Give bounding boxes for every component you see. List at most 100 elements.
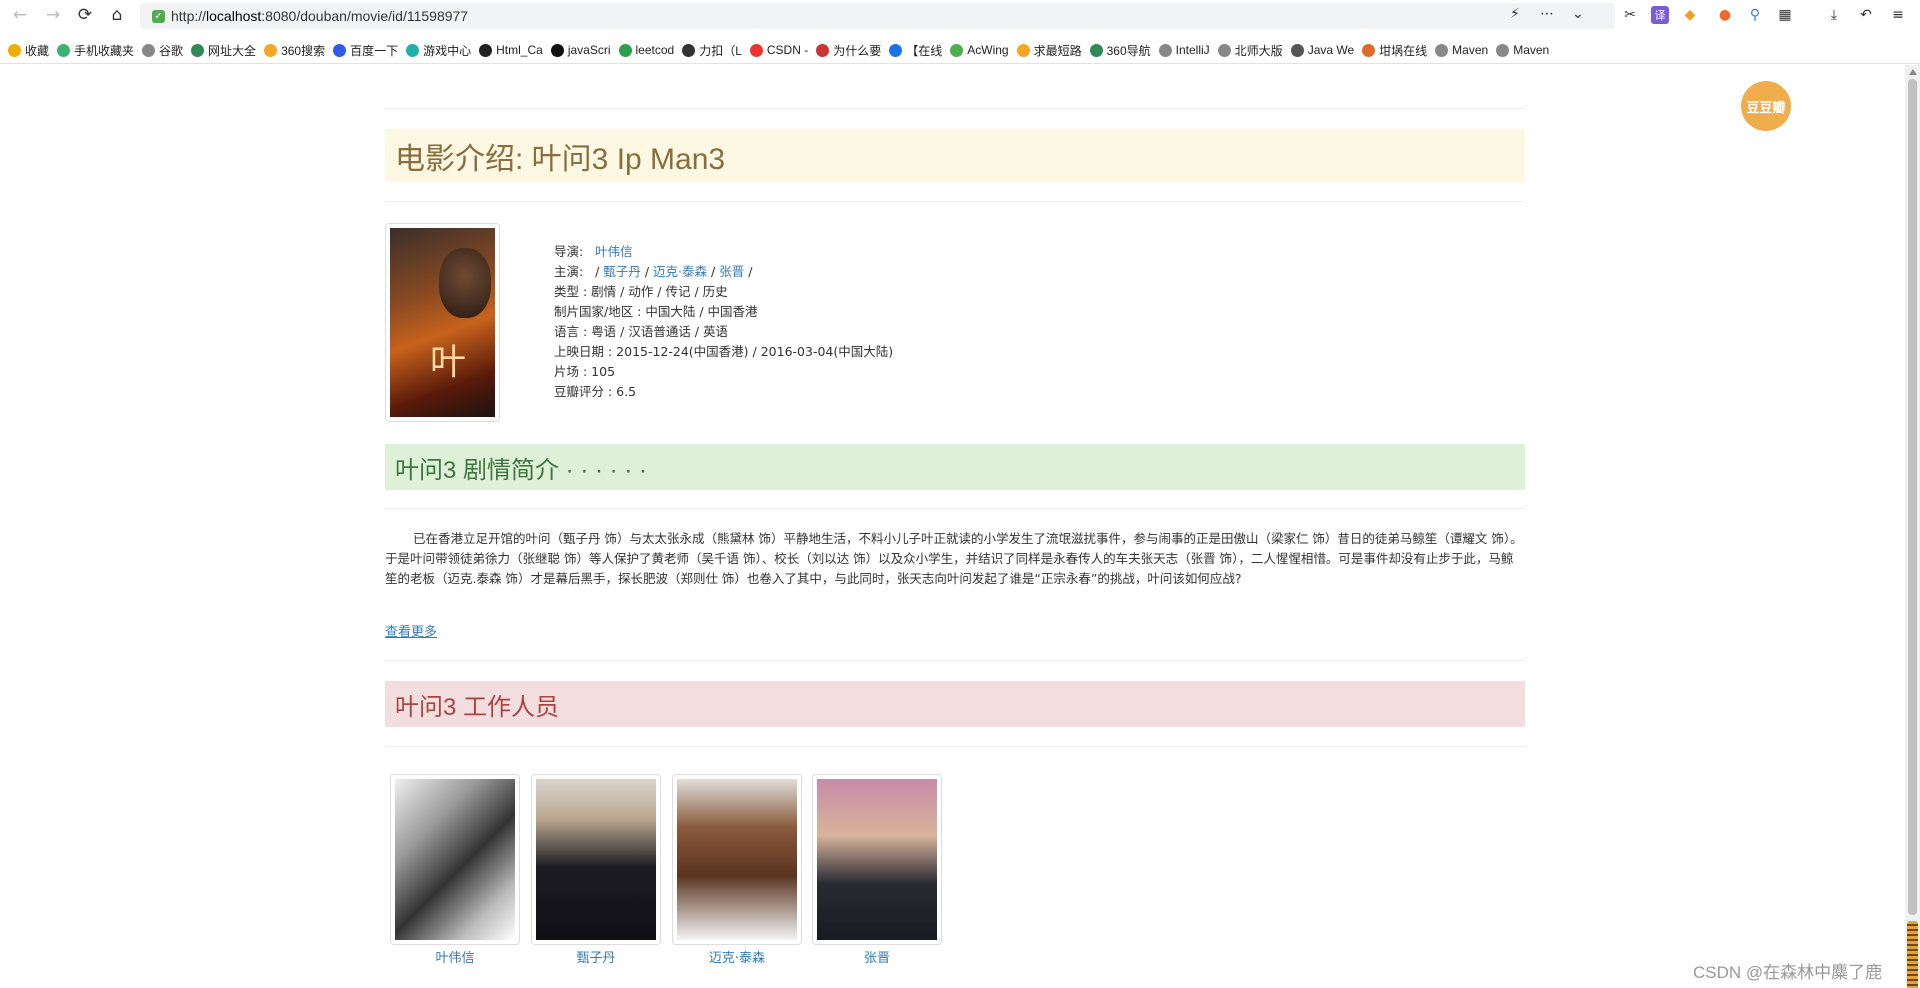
bookmark-icon [1217,43,1231,57]
bookmark-icon [816,43,830,57]
bookmark-label: 360导航 [1106,43,1151,58]
address-bar[interactable]: ✓ http://localhost:8080/douban/movie/id/… [140,3,1615,29]
bookmark-item[interactable]: 收藏 [8,36,50,63]
bookmark-item[interactable]: AcWing [950,36,1009,63]
bookmark-label: AcWing [967,43,1009,57]
bookmark-icon [1016,43,1030,57]
staff-name[interactable]: 甄子丹 [531,947,661,966]
bookmark-item[interactable]: Maven [1435,36,1489,63]
bookmark-item[interactable]: 坩埚在线 [1362,36,1427,63]
staff-title: 叶问3 工作人员 [385,681,1525,727]
bookmark-item[interactable]: 手机收藏夹 [57,36,135,63]
staff-name[interactable]: 叶伟信 [390,947,520,966]
director-link[interactable]: 叶伟信 [595,244,633,259]
page-viewport: 电影介绍: 叶问3 Ip Man3 叶 导演: 叶伟信 主演: / 甄子丹 / … [0,65,1905,983]
cast-link[interactable]: 迈克·泰森 [653,264,707,279]
bookmark-label: 手机收藏夹 [74,43,135,58]
bookmark-label: 百度一下 [350,43,399,58]
bookmark-item[interactable]: 为什么要 [816,36,881,63]
runtime-row: 片场 : 105 [554,364,616,379]
scissors-icon[interactable]: ✂ [1621,6,1639,24]
staff-card[interactable]: 叶伟信 [390,774,520,966]
bookmark-item[interactable]: Maven [1496,36,1549,63]
home-icon[interactable]: ⌂ [106,4,128,26]
divider [385,746,1525,747]
staff-card[interactable]: 甄子丹 [531,774,661,966]
director-row: 导演: 叶伟信 [554,242,893,262]
url-text[interactable]: http://localhost:8080/douban/movie/id/11… [171,8,468,24]
bookmark-item[interactable]: 力扣（L [682,36,742,63]
staff-photo-frame [390,774,520,945]
bookmark-icon [142,43,156,57]
lightning-icon[interactable]: ⚡ [1510,6,1520,22]
bookmark-item[interactable]: 谷歌 [142,36,183,63]
download-icon[interactable]: ⤓ [1825,6,1843,24]
csdn-watermark: CSDN @在森林中麋了鹿 [1693,963,1883,982]
region-row: 制片国家/地区 : 中国大陆 / 中国香港 [554,304,758,319]
back-icon[interactable]: ← [9,4,31,26]
bookmark-icon [8,43,21,57]
game-ext-icon[interactable]: ● [1716,6,1734,24]
bookmark-item[interactable]: 网址大全 [191,36,256,63]
staff-photo [677,779,797,940]
movie-poster[interactable]: 叶 [385,223,500,422]
see-more-link[interactable]: 查看更多 [385,621,437,640]
staff-card[interactable]: 迈克·泰森 [672,774,802,966]
bookmark-label: 收藏 [25,43,50,58]
bookmark-icon [333,43,347,57]
bookmark-item[interactable]: Html_Ca [479,36,543,63]
staff-card[interactable]: 张晋 [812,774,942,966]
bookmark-label: 北师大版 [1234,43,1283,58]
shield-ext-icon[interactable]: ◆ [1681,6,1699,24]
cast-link[interactable]: 甄子丹 [603,264,641,279]
bookmark-item[interactable]: IntelliJ [1158,36,1210,63]
chevron-down-icon[interactable]: ⌄ [1572,6,1584,22]
bookmark-item[interactable]: 游戏中心 [406,36,471,63]
bookmark-icon [191,43,205,57]
cast-link[interactable]: 张晋 [719,264,744,279]
divider [385,201,1525,202]
movie-info: 导演: 叶伟信 主演: / 甄子丹 / 迈克·泰森 / 张晋 / 类型 : 剧情… [554,242,893,402]
bookmark-item[interactable]: 百度一下 [333,36,399,63]
translate-icon[interactable]: 译 [1651,6,1669,24]
staff-photo-frame [531,774,661,945]
bookmark-item[interactable]: 360导航 [1089,36,1151,63]
page-scrollbar[interactable] [1905,65,1920,988]
language-row: 语言 : 粤语 / 汉语普通话 / 英语 [554,324,728,339]
bookmark-label: IntelliJ [1175,43,1210,57]
divider [385,508,1525,509]
staff-photo [536,779,656,940]
bookmark-icon [950,43,964,57]
staff-name[interactable]: 迈克·泰森 [672,947,802,966]
bookmark-item[interactable]: Java We [1290,36,1354,63]
plot-title: 叶问3 剧情简介 · · · · · · [385,444,1525,490]
bookmark-icon [479,43,493,57]
bookmark-item[interactable]: javaScri [550,36,611,63]
bookmark-icon [57,43,71,57]
bookmark-item[interactable]: leetcod [618,36,674,63]
staff-name[interactable]: 张晋 [812,947,942,966]
reload-icon[interactable]: ⟳ [74,4,96,26]
bookmark-item[interactable]: 北师大版 [1217,36,1283,63]
scroll-grip[interactable] [1907,921,1918,988]
bookmark-icon [1362,43,1376,57]
staff-photo-frame [812,774,942,945]
forward-icon[interactable]: → [42,4,64,26]
bookmark-label: Maven [1452,43,1489,57]
staff-photo [817,779,937,940]
release-row: 上映日期 : 2015-12-24(中国香港) / 2016-03-04(中国大… [554,344,894,359]
scroll-up-arrow-icon[interactable] [1909,69,1917,75]
bookmark-item[interactable]: 360搜索 [264,36,325,63]
bookmark-item[interactable]: 【在线 [889,36,942,63]
bookmark-item[interactable]: CSDN - [749,36,808,63]
undo-icon[interactable]: ↶ [1857,6,1875,24]
cast-separator: / [644,264,650,279]
staff-photo-frame [672,774,802,945]
bookmark-item[interactable]: 求最短路 [1016,36,1082,63]
douban-badge[interactable]: 豆豆瓣 [1741,81,1791,131]
scroll-thumb[interactable] [1908,79,1917,915]
menu-icon[interactable]: ≡ [1889,6,1907,24]
more-dots-icon[interactable]: ⋯ [1540,6,1554,22]
search-ext-icon[interactable]: ⚲ [1746,6,1764,24]
apps-grid-icon[interactable]: ▦ [1776,6,1794,24]
